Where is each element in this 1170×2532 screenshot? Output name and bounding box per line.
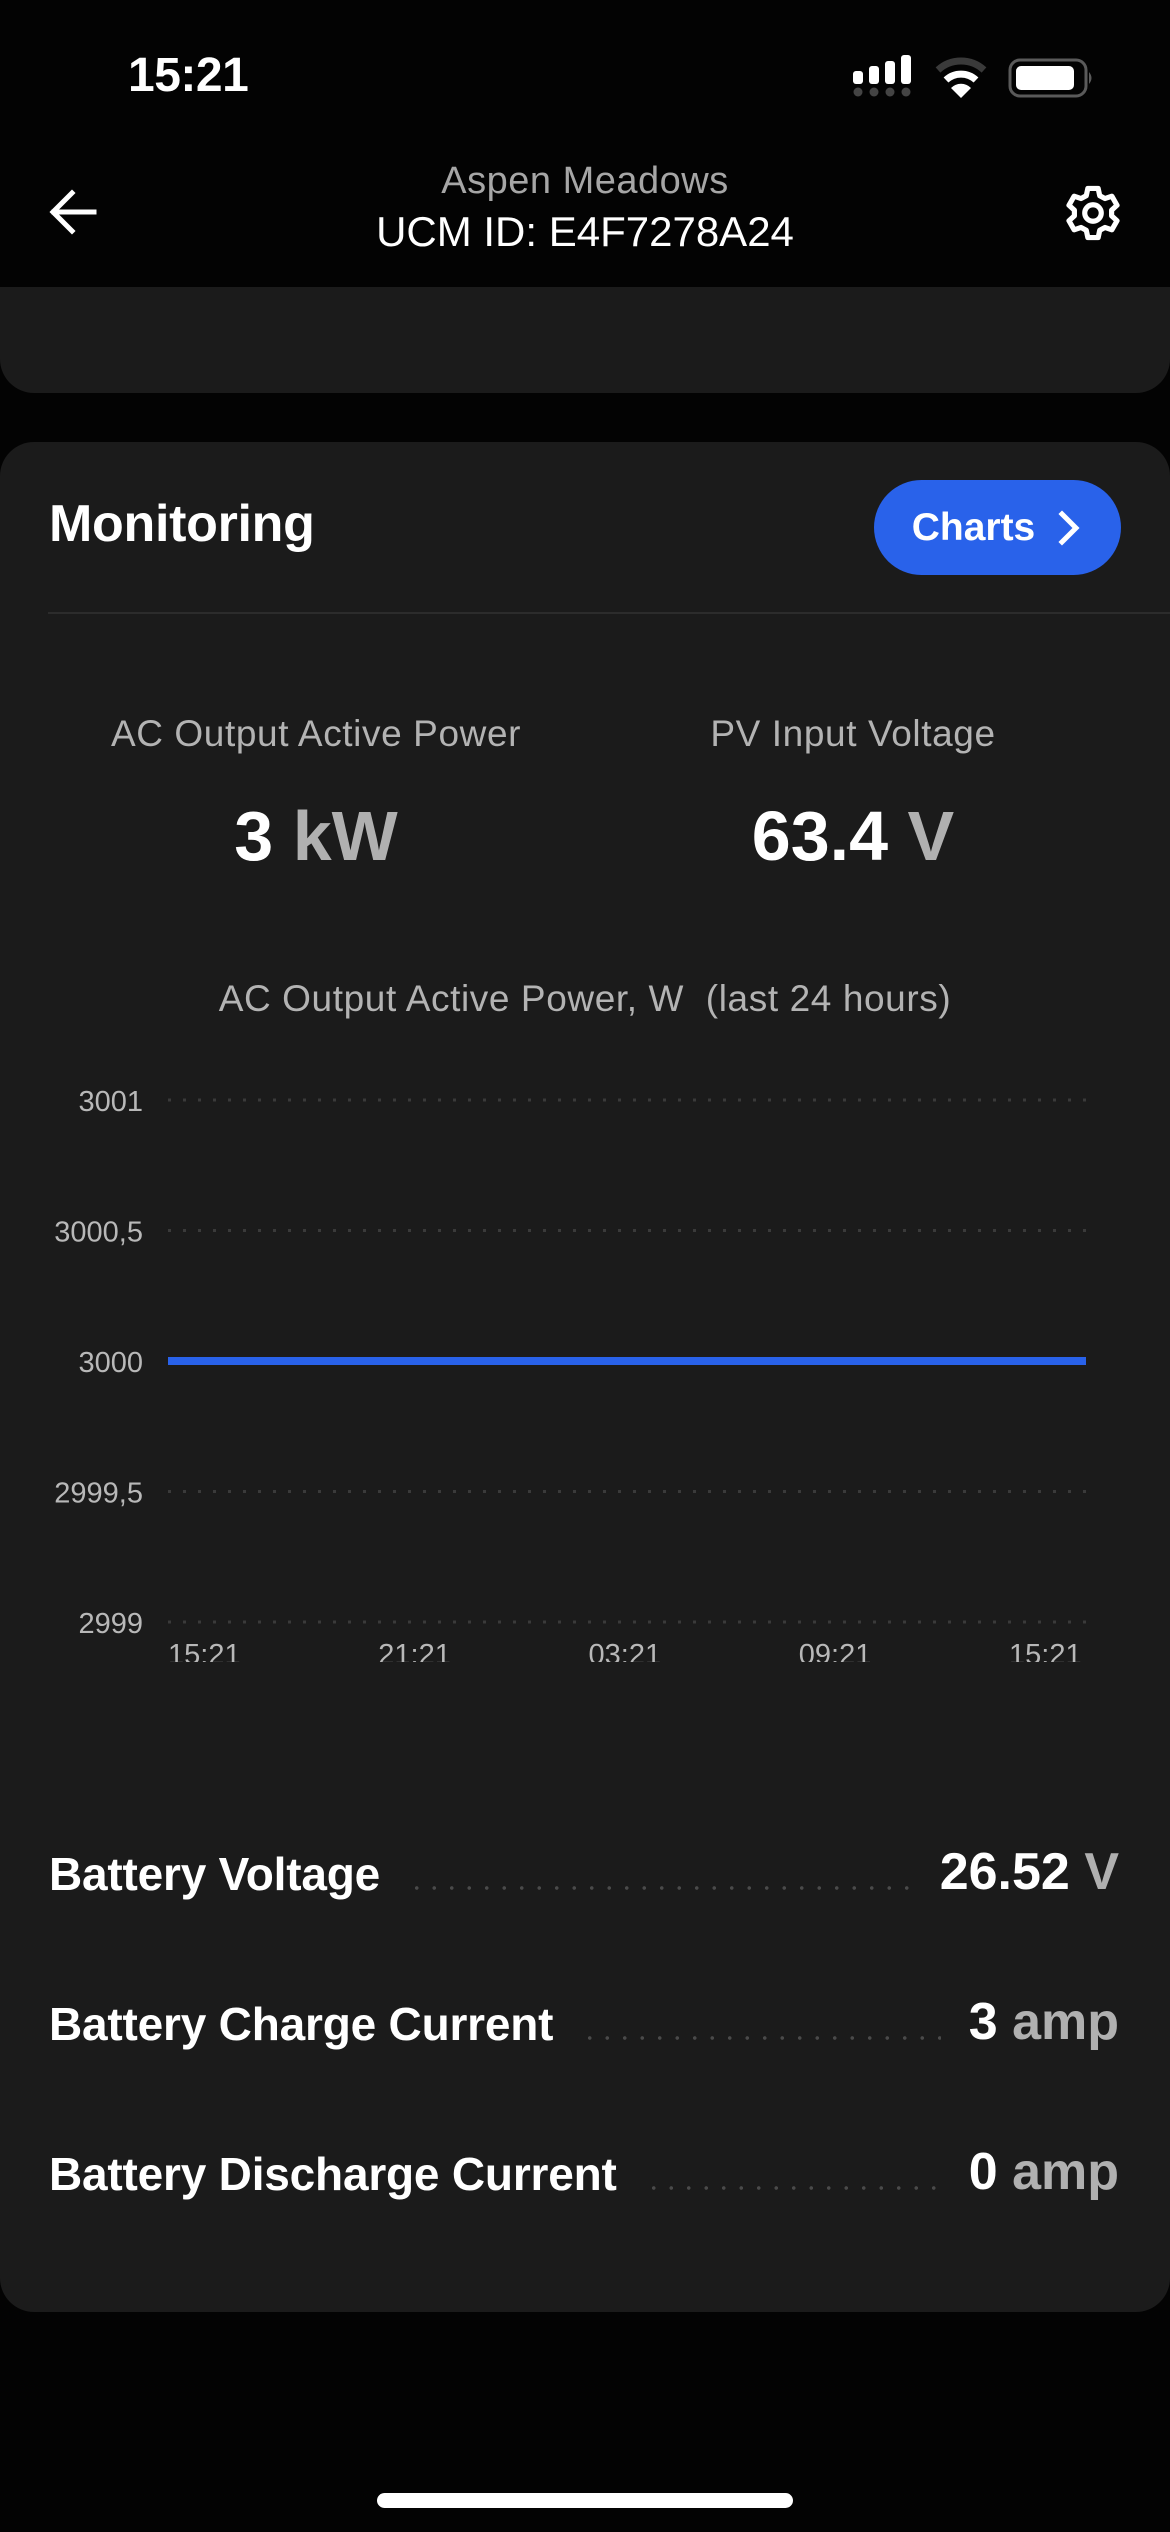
reading-label: Battery Discharge Current — [49, 2148, 617, 2200]
metric-number: 3 — [234, 797, 274, 875]
reading-value: 0 amp — [969, 2142, 1119, 2202]
x-tick-label: 21:21 — [378, 1639, 451, 1662]
charts-button[interactable]: Charts — [874, 480, 1121, 575]
chevron-right-icon — [1058, 509, 1080, 546]
y-tick-label: 2999 — [78, 1608, 143, 1640]
x-tick-label: 09:21 — [799, 1639, 872, 1662]
reading-battery-discharge-current: Battery Discharge Current 0 amp — [49, 2122, 1119, 2202]
metric-label: AC Output Active Power — [110, 713, 522, 754]
y-tick-label: 3001 — [78, 1086, 143, 1118]
metric-unit: V — [907, 797, 955, 875]
section-divider — [48, 612, 1170, 614]
metric-ac-output-power: AC Output Active Power 3 kW — [36, 712, 596, 876]
previous-card — [0, 287, 1170, 393]
metric-number: 63.4 — [751, 797, 889, 875]
dotted-leader — [581, 2036, 941, 2040]
dotted-leader — [408, 1886, 912, 1890]
wifi-icon — [935, 57, 987, 98]
metric-unit: kW — [292, 797, 398, 875]
reading-battery-charge-current: Battery Charge Current 3 amp — [49, 1972, 1119, 2052]
nav-title: Aspen Meadows UCM ID: E4F7278A24 — [0, 158, 1170, 258]
reading-number: 0 — [968, 2143, 998, 2201]
settings-button[interactable] — [1058, 178, 1128, 248]
monitoring-title: Monitoring — [49, 495, 315, 553]
metric-pv-input-voltage: PV Input Voltage 63.4 V — [573, 712, 1133, 876]
reading-number: 3 — [968, 1993, 998, 2051]
power-chart-svg: 3001 3000,5 3000 2999,5 2999 15:21 21:21 03:21 0… — [54, 1086, 1086, 1662]
x-tick-label: 15:21 — [1009, 1639, 1082, 1662]
battery-icon — [1008, 58, 1092, 98]
metric-value: 3 kW — [36, 796, 596, 876]
x-tick-label: 15:21 — [168, 1639, 241, 1662]
chart-title: AC Output Active Power, W (last 24 hours… — [218, 978, 952, 1019]
cellular-signal-icon — [853, 55, 911, 97]
reading-battery-voltage: Battery Voltage 26.52 V — [49, 1822, 1119, 1902]
y-tick-label: 2999,5 — [54, 1478, 143, 1510]
device-id-title: UCM ID: E4F7278A24 — [376, 208, 794, 255]
reading-number: 26.52 — [939, 1843, 1070, 1901]
charts-button-label: Charts — [911, 505, 1036, 549]
metric-value: 63.4 V — [573, 796, 1133, 876]
power-chart: 3001 3000,5 3000 2999,5 2999 15:21 21:21 03:21 0… — [0, 1062, 1170, 1662]
reading-value: 3 amp — [969, 1992, 1119, 2052]
reading-unit: amp — [1012, 1993, 1119, 2051]
reading-value: 26.52 V — [940, 1842, 1119, 1902]
home-indicator[interactable] — [377, 2493, 793, 2508]
reading-unit: amp — [1012, 2143, 1119, 2201]
metric-label: PV Input Voltage — [710, 713, 996, 754]
reading-unit: V — [1084, 1843, 1119, 1901]
reading-label: Battery Charge Current — [49, 1998, 554, 2050]
dotted-leader — [644, 2186, 941, 2190]
site-name: Aspen Meadows — [441, 160, 729, 202]
status-icons — [850, 50, 1100, 110]
monitoring-card: Monitoring Charts AC Output Active Power… — [0, 442, 1170, 2312]
y-tick-label: 3000,5 — [54, 1217, 143, 1249]
reading-label: Battery Voltage — [49, 1848, 381, 1900]
y-tick-label: 3000 — [78, 1347, 143, 1379]
status-time: 15:21 — [128, 49, 249, 102]
x-tick-label: 03:21 — [589, 1639, 662, 1662]
gear-icon — [1066, 185, 1120, 241]
